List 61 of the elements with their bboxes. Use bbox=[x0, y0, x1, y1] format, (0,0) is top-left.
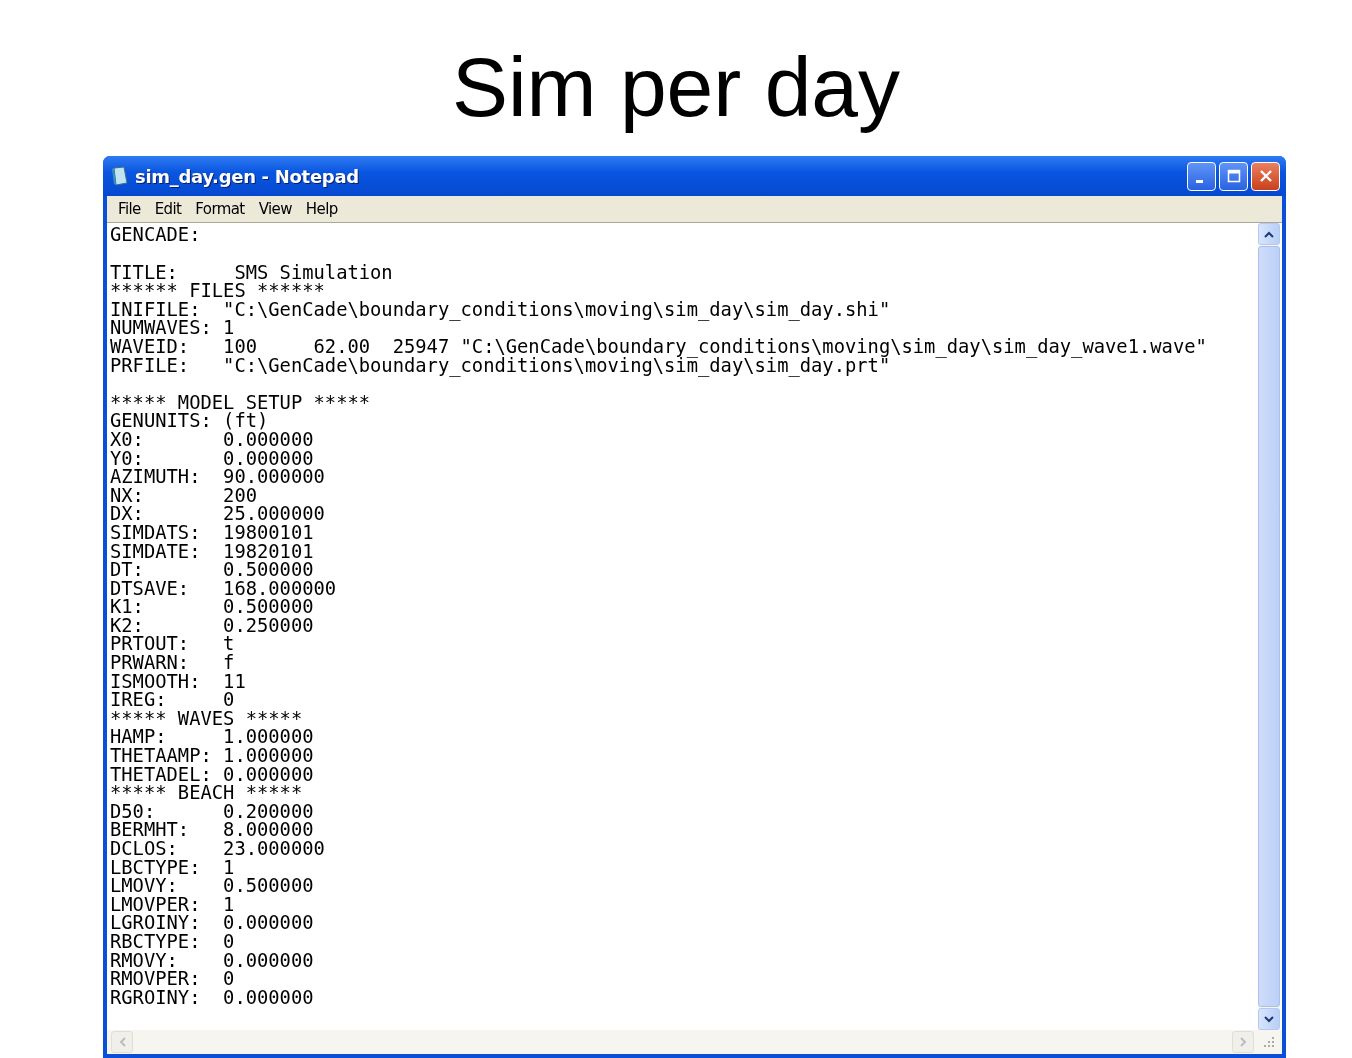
text-line: SIMDATE: 19820101 bbox=[110, 542, 314, 562]
minimize-icon bbox=[1196, 179, 1203, 183]
text-line: ISMOOTH: 11 bbox=[110, 672, 246, 692]
text-line: TITLE: SMS Simulation bbox=[110, 263, 393, 283]
text-line: SIMDATS: 19800101 bbox=[110, 523, 314, 543]
text-line: DCLOS: 23.000000 bbox=[110, 840, 325, 859]
text-line: DTSAVE: 168.000000 bbox=[110, 579, 337, 599]
text-line: PRTOUT: t bbox=[110, 635, 235, 655]
text-line: DX: 25.000000 bbox=[110, 505, 325, 524]
scroll-left-button[interactable] bbox=[111, 1031, 133, 1053]
text-line: GENCADE: bbox=[110, 226, 201, 245]
text-line: LMOVY: 0.500000 bbox=[110, 877, 314, 896]
text-line: PRWARN: f bbox=[110, 654, 235, 673]
chevron-right-icon bbox=[1239, 1037, 1247, 1047]
text-line: K1: 0.500000 bbox=[110, 598, 314, 617]
text-line: ***** WAVES ***** bbox=[110, 709, 303, 729]
chevron-left-icon bbox=[118, 1037, 126, 1047]
close-icon bbox=[1258, 169, 1273, 184]
text-line: Y0: 0.000000 bbox=[110, 449, 314, 469]
menu-item[interactable]: File bbox=[111, 200, 148, 219]
text-line: D50: 0.200000 bbox=[110, 802, 314, 822]
notepad-icon bbox=[111, 166, 129, 187]
window-title: sim_day.gen - Notepad bbox=[135, 165, 359, 187]
text-line: RBCTYPE: 0 bbox=[110, 932, 235, 952]
text-line: ****** FILES ****** bbox=[110, 282, 325, 301]
scroll-down-button[interactable] bbox=[1258, 1008, 1280, 1030]
chevron-up-icon bbox=[1264, 230, 1274, 238]
text-line: NX: 200 bbox=[110, 486, 257, 506]
text-line: THETAAMP: 1.000000 bbox=[110, 747, 314, 766]
text-line: IREG: 0 bbox=[110, 691, 235, 710]
text-line: X0: 0.000000 bbox=[110, 430, 314, 450]
text-line: THETADEL: 0.000000 bbox=[110, 765, 314, 785]
text-line: INIFILE: "C:\GenCade\boundary_conditions\moving\sim_day\sim_day.shi" bbox=[110, 300, 891, 320]
text-line: RMOVPER: 0 bbox=[110, 970, 235, 989]
text-line: ***** BEACH ***** bbox=[110, 784, 303, 803]
menu-item[interactable]: Format bbox=[188, 200, 252, 219]
text-line: BERMHT: 8.000000 bbox=[110, 821, 314, 840]
text-line: HAMP: 1.000000 bbox=[110, 728, 314, 748]
menu-item[interactable]: Help bbox=[298, 200, 345, 219]
text-line: AZIMUTH: 90.000000 bbox=[110, 468, 325, 487]
text-line: RGROINY: 0.000000 bbox=[110, 988, 314, 1008]
chevron-down-icon bbox=[1264, 1015, 1274, 1023]
maximize-button[interactable] bbox=[1219, 161, 1248, 191]
maximize-icon bbox=[1226, 169, 1241, 184]
text-line: RMOVY: 0.000000 bbox=[110, 951, 314, 971]
close-button[interactable] bbox=[1251, 161, 1280, 191]
text-line: PRFILE: "C:\GenCade\boundary_conditions\moving\sim_day\sim_day.prt" bbox=[110, 356, 891, 376]
text-line: GENUNITS: (ft) bbox=[110, 412, 269, 431]
text-line: ***** MODEL SETUP ***** bbox=[110, 393, 371, 413]
resize-grip-icon[interactable] bbox=[1262, 1035, 1276, 1049]
text-line: NUMWAVES: 1 bbox=[110, 319, 235, 338]
menu-item[interactable]: Edit bbox=[147, 200, 189, 219]
text-line: LMOVPER: 1 bbox=[110, 895, 235, 915]
text-line: DT: 0.500000 bbox=[110, 561, 314, 580]
text-line: WAVEID: 100 62.00 25947 "C:\GenCade\boundary_conditions\moving\sim_day\sim_day_wave1.wave" bbox=[110, 337, 1207, 357]
minimize-button[interactable] bbox=[1187, 161, 1216, 191]
text-line: LGROINY: 0.000000 bbox=[110, 914, 314, 933]
scroll-up-button[interactable] bbox=[1258, 223, 1280, 246]
text-line: K2: 0.250000 bbox=[110, 616, 314, 636]
menu-item[interactable]: View bbox=[251, 200, 299, 219]
text-line: LBCTYPE: 1 bbox=[110, 858, 235, 878]
